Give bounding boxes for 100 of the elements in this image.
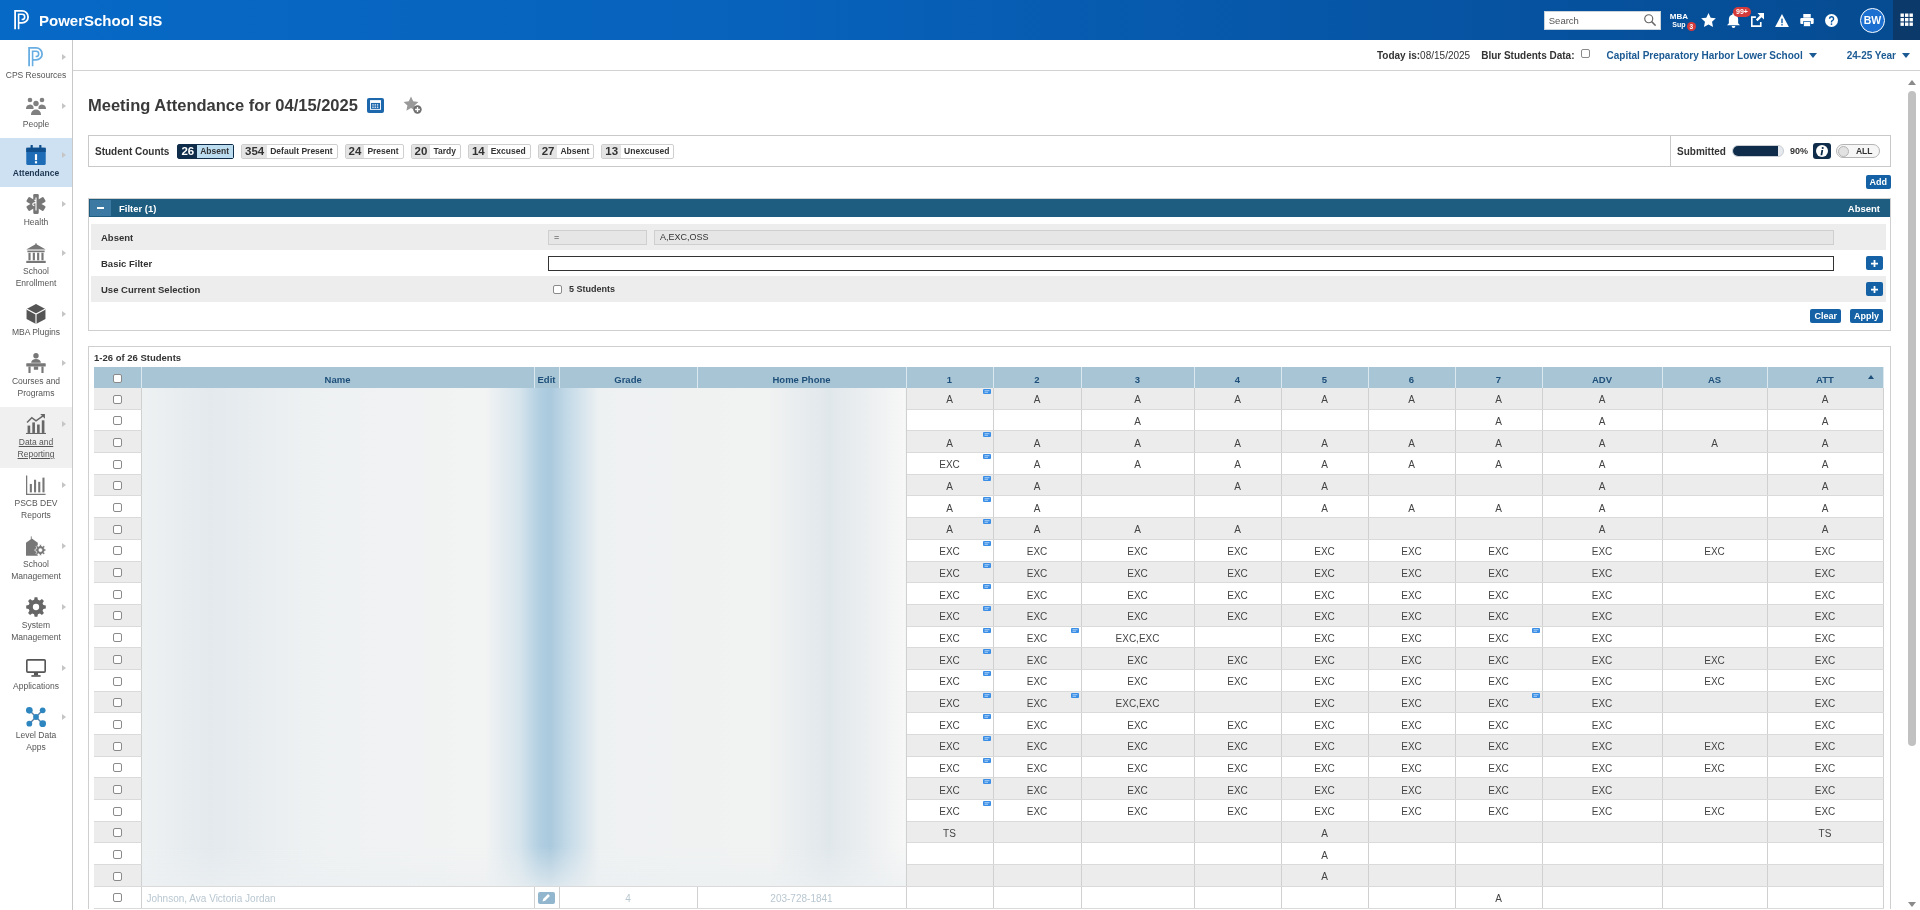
count-chip[interactable]: 13 Unexcused: [601, 143, 675, 159]
column-header[interactable]: Name: [324, 373, 351, 385]
row-checkbox[interactable]: [112, 698, 122, 708]
value-field[interactable]: A,EXC,OSS: [654, 229, 1834, 245]
apps-grid-icon[interactable]: [1893, 0, 1920, 40]
action-button[interactable]: Clear: [1810, 309, 1841, 323]
column-header[interactable]: 7: [1495, 373, 1502, 385]
comment-icon[interactable]: [982, 454, 991, 460]
row-checkbox[interactable]: [112, 785, 122, 794]
add-filter-button[interactable]: [1866, 282, 1883, 296]
row-checkbox[interactable]: [112, 524, 122, 534]
count-chip[interactable]: 24 Present: [344, 143, 404, 159]
search-field[interactable]: Search: [1543, 10, 1661, 30]
column-header[interactable]: Grade: [614, 373, 642, 385]
row-checkbox[interactable]: [112, 806, 122, 816]
favorite-star-add-icon[interactable]: [402, 96, 422, 114]
comment-icon[interactable]: [982, 605, 991, 611]
row-checkbox[interactable]: [112, 633, 122, 643]
row-checkbox[interactable]: [112, 654, 122, 664]
collapse-button[interactable]: [90, 200, 111, 216]
sidebar-item[interactable]: Courses and Programs: [0, 346, 72, 407]
comment-icon[interactable]: [982, 627, 991, 633]
row-checkbox[interactable]: [112, 741, 122, 751]
comment-icon[interactable]: [982, 714, 991, 720]
add-filter-button[interactable]: [1866, 256, 1883, 270]
help-icon[interactable]: [1825, 13, 1838, 27]
row-checkbox[interactable]: [112, 893, 122, 903]
column-header[interactable]: ATT: [1816, 373, 1834, 385]
sort-ascending-icon[interactable]: [1867, 375, 1874, 379]
row-checkbox[interactable]: [112, 611, 122, 621]
search-icon[interactable]: [1643, 14, 1656, 26]
scrollbar-thumb[interactable]: [1907, 91, 1916, 746]
user-avatar[interactable]: BW: [1860, 7, 1885, 33]
count-chip[interactable]: 26 Absent: [177, 143, 235, 159]
basic-filter-field[interactable]: [548, 255, 1834, 271]
comment-icon[interactable]: [982, 692, 991, 698]
sidebar-item[interactable]: PSCB DEV Reports: [0, 468, 72, 529]
column-header[interactable]: ADV: [1591, 373, 1613, 385]
comment-icon[interactable]: [982, 497, 991, 503]
row-checkbox[interactable]: [112, 676, 122, 686]
column-header[interactable]: 1: [946, 373, 953, 385]
column-header[interactable]: 3: [1134, 373, 1141, 385]
external-link-icon[interactable]: [1751, 13, 1764, 27]
comment-icon[interactable]: [982, 562, 991, 568]
comment-icon[interactable]: [1070, 692, 1079, 698]
row-checkbox[interactable]: [112, 503, 122, 513]
add-button[interactable]: Add: [1865, 175, 1891, 189]
scroll-up-icon[interactable]: [1907, 80, 1916, 85]
comment-icon[interactable]: [982, 801, 991, 807]
column-header[interactable]: Home Phone: [772, 373, 831, 385]
comment-icon[interactable]: [982, 584, 991, 590]
row-checkbox[interactable]: [112, 871, 122, 881]
row-checkbox[interactable]: [112, 438, 122, 447]
comment-icon[interactable]: [982, 649, 991, 655]
all-toggle[interactable]: ALL: [1835, 144, 1880, 158]
selection-checkbox[interactable]: [553, 284, 562, 294]
row-checkbox[interactable]: [112, 416, 122, 426]
comment-icon[interactable]: [1531, 692, 1540, 698]
comment-icon[interactable]: [982, 519, 991, 525]
comment-icon[interactable]: [982, 389, 991, 394]
comment-icon[interactable]: [1531, 627, 1540, 633]
row-checkbox[interactable]: [112, 546, 122, 556]
row-checkbox[interactable]: [112, 394, 122, 404]
sidebar-item[interactable]: Level Data Apps: [0, 700, 72, 761]
comment-icon[interactable]: [982, 736, 991, 741]
sidebar-item[interactable]: People: [0, 89, 72, 138]
column-header[interactable]: 5: [1321, 373, 1328, 385]
count-chip[interactable]: 354 Default Present: [241, 143, 338, 159]
comment-icon[interactable]: [1070, 627, 1079, 633]
column-header[interactable]: Edit: [537, 373, 556, 385]
warning-icon[interactable]: [1775, 13, 1789, 27]
sidebar-item[interactable]: CPS Resources: [0, 40, 72, 89]
sidebar-item[interactable]: School Management: [0, 529, 72, 590]
edit-button[interactable]: [538, 891, 555, 904]
row-checkbox[interactable]: [112, 568, 122, 578]
sidebar-item[interactable]: System Management: [0, 590, 72, 651]
row-checkbox[interactable]: [112, 850, 122, 860]
scroll-down-icon[interactable]: [1907, 902, 1916, 907]
comment-icon[interactable]: [982, 757, 991, 763]
row-checkbox[interactable]: [112, 589, 122, 599]
operator-field[interactable]: =: [548, 229, 647, 245]
row-checkbox[interactable]: [112, 481, 122, 491]
row-checkbox[interactable]: [112, 763, 122, 773]
year-selector[interactable]: 24-25 Year: [1846, 49, 1910, 61]
comment-icon[interactable]: [982, 432, 991, 438]
column-header[interactable]: 6: [1408, 373, 1415, 385]
star-icon[interactable]: [1701, 13, 1716, 27]
comment-icon[interactable]: [982, 670, 991, 676]
calendar-button[interactable]: [366, 97, 384, 113]
column-header[interactable]: 2: [1034, 373, 1040, 385]
blur-checkbox[interactable]: [1580, 48, 1590, 58]
column-header[interactable]: AS: [1707, 373, 1722, 385]
sidebar-item[interactable]: Applications: [0, 651, 72, 700]
row-checkbox[interactable]: [112, 828, 122, 838]
column-header[interactable]: 4: [1234, 373, 1241, 385]
action-button[interactable]: Apply: [1850, 309, 1883, 323]
comment-icon[interactable]: [982, 779, 991, 785]
count-chip[interactable]: 27 Absent: [537, 143, 595, 159]
sidebar-item[interactable]: Attendance: [0, 138, 72, 187]
select-all-checkbox[interactable]: [112, 373, 122, 383]
